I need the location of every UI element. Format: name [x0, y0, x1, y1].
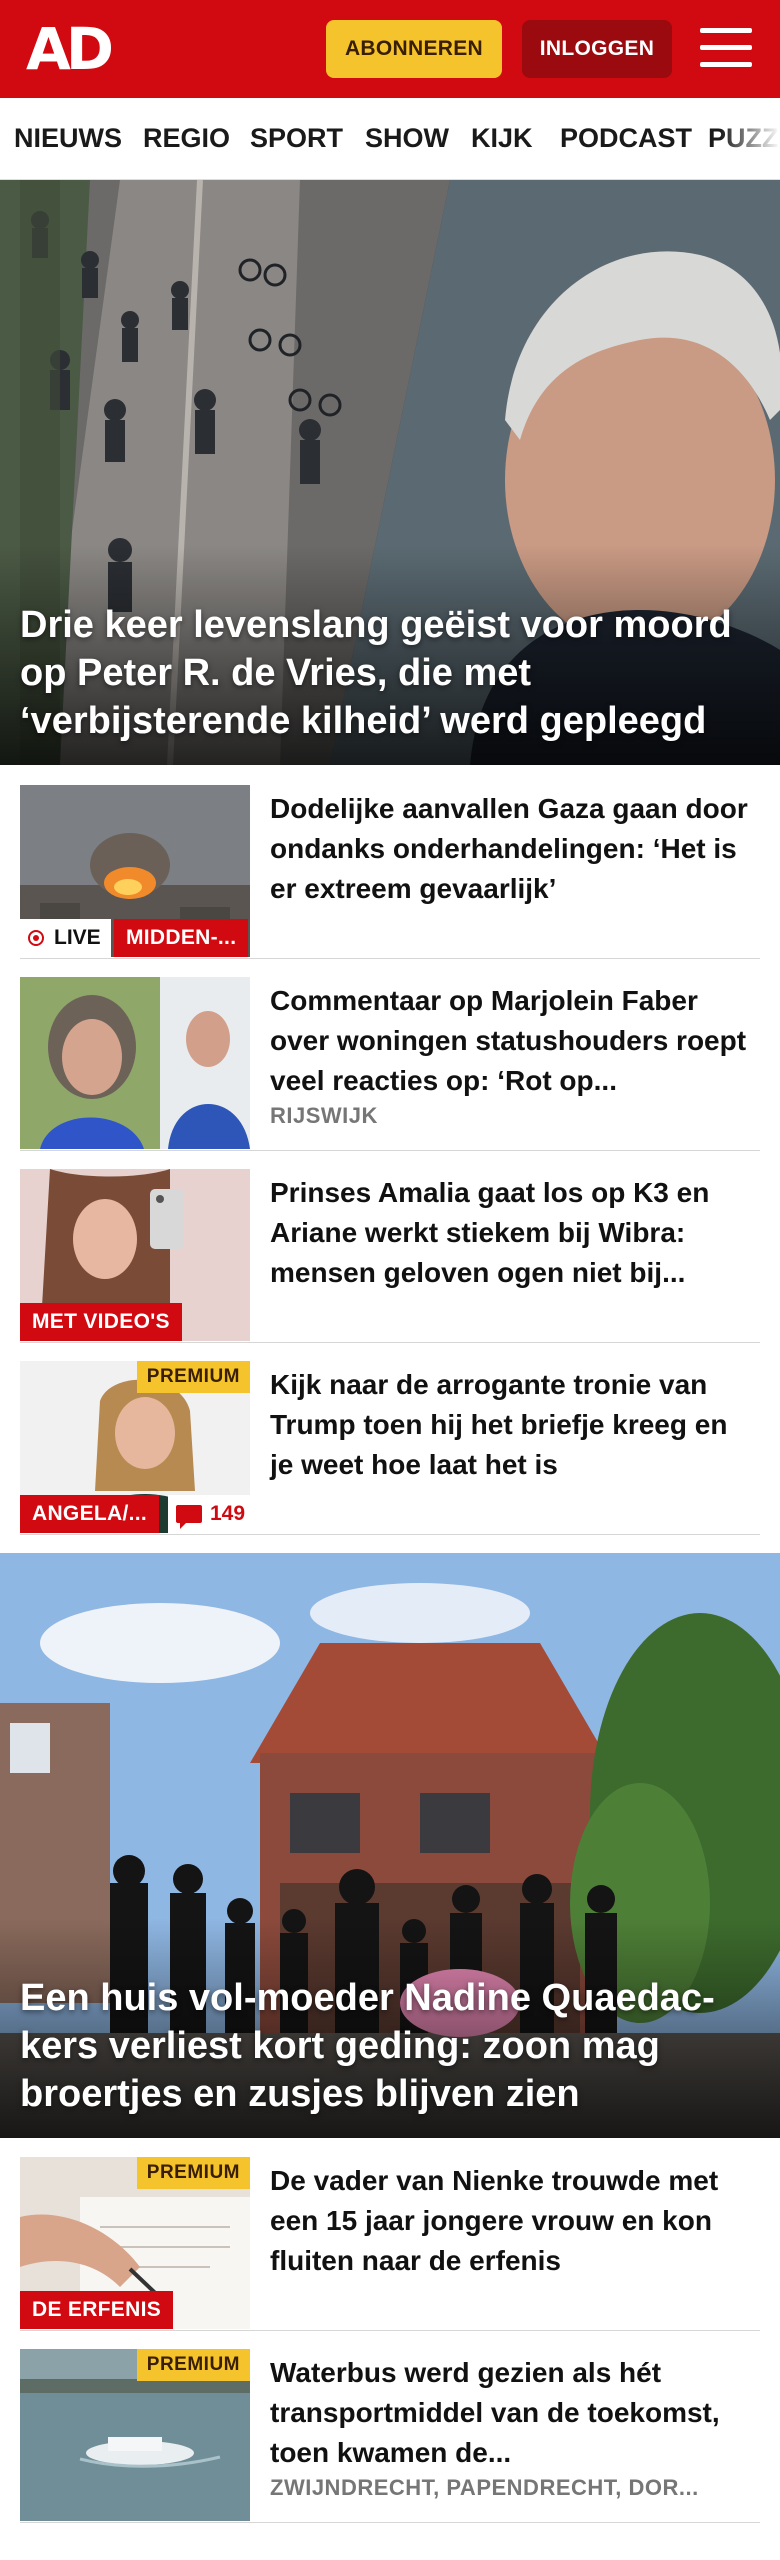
article-thumbnail: PREMIUM [20, 2349, 250, 2521]
nav-item-podcast[interactable]: PODCAST [560, 98, 692, 178]
list-item[interactable]: PREMIUM ANGELA/... 149 Kijk naar de arro… [20, 1361, 760, 1535]
list-item[interactable]: Commentaar op Marjolein Faber over wonin… [20, 977, 760, 1151]
login-button[interactable]: INLOGGEN [522, 20, 672, 78]
top-bar: AD ABONNEREN INLOGGEN [0, 0, 780, 98]
live-dot-icon [28, 930, 44, 946]
subscribe-button[interactable]: ABONNEREN [326, 20, 502, 78]
article-title[interactable]: Commentaar op Marjolein Faber over wonin… [270, 981, 750, 1101]
comment-count-badge[interactable]: 149 [168, 1495, 250, 1533]
article-thumbnail: PREMIUM DE ERFENIS [20, 2157, 250, 2329]
article-title[interactable]: Waterbus werd gezien als hét transportmi… [270, 2353, 750, 2473]
live-badge: LIVE [20, 919, 111, 957]
list-item[interactable]: PREMIUM Waterbus werd gezien als hét tra… [20, 2349, 760, 2523]
hero-title-2[interactable]: Een huis vol-moeder Nadine Quaedac-kers … [20, 1974, 762, 2118]
comment-count: 149 [210, 1502, 246, 1525]
category-badge[interactable]: ANGELA/... [20, 1495, 160, 1533]
hero-article-2[interactable]: Een huis vol-moeder Nadine Quaedac-kers … [0, 1553, 780, 2138]
portraits-image [20, 977, 250, 1149]
nav-item-regio[interactable]: REGIO [143, 98, 230, 178]
list-item[interactable]: MET VIDEO'S Prinses Amalia gaat los op K… [20, 1169, 760, 1343]
hero-title-1[interactable]: Drie keer levenslang geëist voor moord o… [20, 601, 762, 745]
nav-item-kijk[interactable]: KIJK [471, 98, 533, 178]
article-title[interactable]: De vader van Nienke trouwde met een 15 j… [270, 2161, 750, 2281]
live-label: LIVE [54, 926, 101, 949]
article-title[interactable]: Kijk naar de arrogante tronie van Trump … [270, 1365, 750, 1485]
article-title[interactable]: Dodelijke aanvallen Gaza gaan door ondan… [270, 789, 750, 909]
list-item[interactable]: PREMIUM DE ERFENIS De vader van Nienke t… [20, 2157, 760, 2331]
article-thumbnail: LIVE MIDDEN-... [20, 785, 250, 957]
hero-article-1[interactable]: Drie keer levenslang geëist voor moord o… [0, 180, 780, 765]
article-location: ZWIJNDRECHT, PAPENDRECHT, DOR... [270, 2475, 699, 2500]
category-badge[interactable]: DE ERFENIS [20, 2291, 174, 2329]
premium-badge: PREMIUM [136, 1361, 250, 1393]
nav-item-show[interactable]: SHOW [365, 98, 449, 178]
list-item[interactable]: LIVE MIDDEN-... Dodelijke aanvallen Gaza… [20, 785, 760, 959]
nav-item-sport[interactable]: SPORT [250, 98, 343, 178]
article-location: RIJSWIJK [270, 1103, 378, 1128]
article-thumbnail: PREMIUM ANGELA/... 149 [20, 1361, 250, 1533]
nav-item-nieuws[interactable]: NIEUWS [14, 98, 122, 178]
ad-logo[interactable]: AD [26, 15, 114, 83]
category-badge[interactable]: MIDDEN-... [114, 919, 249, 957]
section-nav: NIEUWS REGIO SPORT SHOW KIJK PODCAST PUZ… [0, 98, 780, 180]
nav-fade [720, 98, 780, 178]
article-title[interactable]: Prinses Amalia gaat los op K3 en Ariane … [270, 1173, 750, 1293]
hamburger-menu-icon[interactable] [700, 26, 752, 70]
premium-badge: PREMIUM [136, 2157, 250, 2189]
premium-badge: PREMIUM [136, 2349, 250, 2381]
comment-bubble-icon [176, 1505, 202, 1529]
article-thumbnail: MET VIDEO'S [20, 1169, 250, 1341]
article-thumbnail [20, 977, 250, 1149]
category-badge[interactable]: MET VIDEO'S [20, 1303, 182, 1341]
